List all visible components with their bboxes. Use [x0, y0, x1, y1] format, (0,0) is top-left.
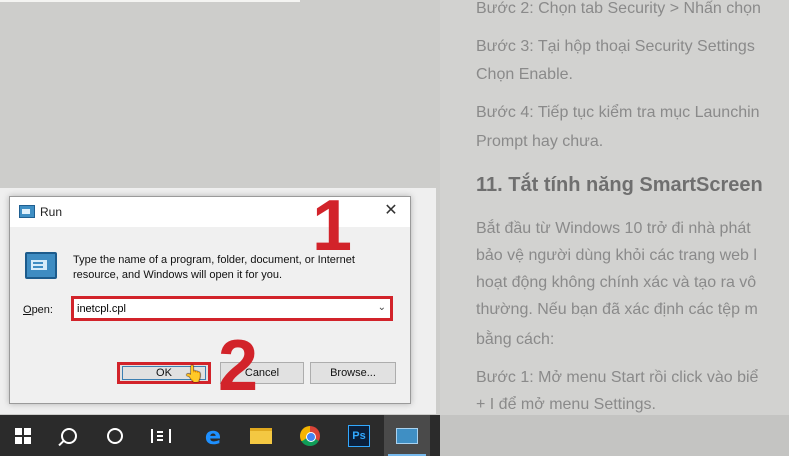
- run-app-icon: [19, 205, 35, 218]
- article-line: Bước 2: Chọn tab Security > Nhấn chọn: [476, 0, 761, 17]
- open-label: Open:: [23, 304, 53, 316]
- folder-icon: [250, 427, 272, 444]
- article-line: Bắt đầu từ Windows 10 trở đi nhà phát: [476, 220, 751, 237]
- search-icon: [61, 427, 77, 444]
- open-combobox[interactable]: ⌄: [71, 296, 393, 321]
- run-icon: [396, 427, 418, 444]
- task-view-icon: [151, 428, 171, 443]
- article-line: bảo vệ người dùng khỏi các trang web l: [476, 247, 757, 264]
- article-line: bằng cách:: [476, 331, 555, 348]
- ok-button-label: OK: [156, 367, 172, 379]
- article-line: Prompt hay chưa.: [476, 133, 604, 150]
- chrome-icon: [300, 425, 320, 446]
- open-label-text: pen:: [31, 304, 53, 316]
- article-line: Bước 1: Mở menu Start rồi click vào biể: [476, 369, 759, 386]
- close-button[interactable]: ✕: [378, 200, 404, 222]
- article-line: hoạt động không chính xác và tạo ra vô: [476, 274, 757, 291]
- article-heading: 11. Tắt tính năng SmartScreen: [476, 174, 763, 196]
- article-line: + I để mở menu Settings.: [476, 396, 656, 413]
- chevron-down-icon[interactable]: ⌄: [378, 302, 386, 313]
- dialog-title: Run: [40, 205, 63, 219]
- browse-button[interactable]: Browse...: [310, 362, 396, 384]
- cortana-icon: [107, 427, 123, 444]
- windows-logo-icon: [15, 427, 31, 444]
- run-large-icon: [25, 252, 57, 279]
- step-2-annotation: 2: [218, 326, 259, 406]
- taskbar-edge[interactable]: e: [190, 415, 236, 456]
- article-line: Chọn Enable.: [476, 66, 573, 83]
- taskbar-chrome[interactable]: [287, 415, 333, 456]
- taskbar: e Ps: [0, 415, 789, 456]
- step-1-annotation: 1: [312, 186, 353, 266]
- article-line: thường. Nếu bạn đã xác định các tệp m: [476, 301, 758, 318]
- article-line: Bước 4: Tiếp tục kiểm tra mục Launchin: [476, 104, 760, 121]
- mouse-cursor-icon: 👆: [184, 366, 204, 383]
- photoshop-icon: Ps: [348, 424, 370, 447]
- task-view-button[interactable]: [138, 415, 184, 456]
- taskbar-file-explorer[interactable]: [238, 415, 284, 456]
- edge-icon: e: [204, 421, 222, 450]
- taskbar-photoshop[interactable]: Ps: [336, 415, 382, 456]
- article-line: Bước 3: Tại hộp thoại Security Settings: [476, 38, 755, 55]
- window-edge-highlight: [0, 0, 300, 2]
- taskbar-search-button[interactable]: [46, 415, 92, 456]
- article-panel: Bước 2: Chọn tab Security > Nhấn chọn Bư…: [440, 0, 789, 415]
- cortana-button[interactable]: [92, 415, 138, 456]
- start-button[interactable]: [0, 415, 46, 456]
- taskbar-run[interactable]: [384, 415, 430, 456]
- open-input[interactable]: [77, 301, 367, 317]
- open-label-accesskey: O: [23, 304, 32, 316]
- taskbar-overlay-area: [440, 415, 789, 456]
